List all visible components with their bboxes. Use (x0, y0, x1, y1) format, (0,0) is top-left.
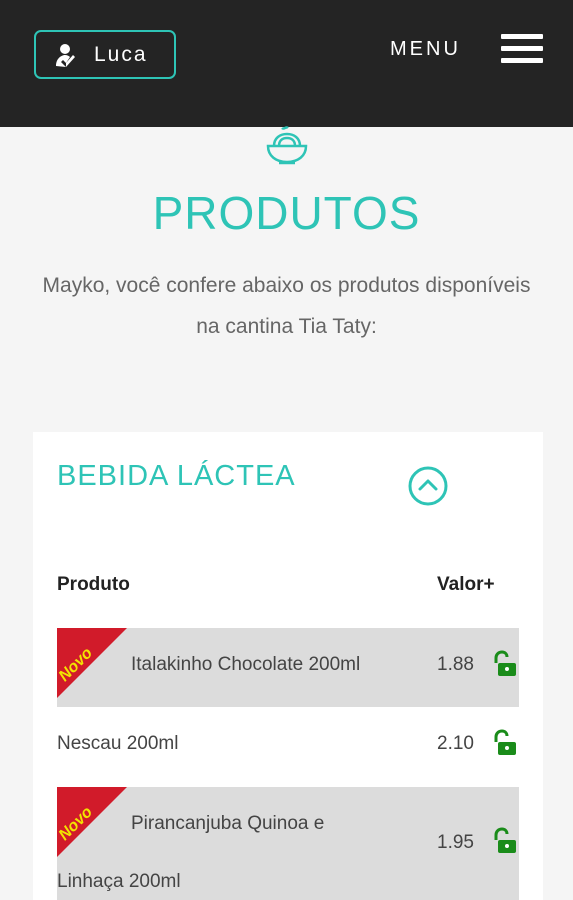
new-badge-ribbon: Novo (57, 787, 127, 857)
chevron-up-circle-icon[interactable] (407, 465, 449, 507)
unlock-icon[interactable] (489, 827, 519, 855)
page-intro: Mayko, você confere abaixo os produtos d… (42, 274, 531, 338)
column-header-value[interactable]: Valor+ (437, 574, 495, 596)
product-name-line1: Pirancanjuba Quinoa e (131, 813, 325, 834)
noodle-bowl-icon (262, 124, 312, 166)
table-row: Novo Italakinho Chocolate 200ml 1.88 (57, 628, 519, 707)
category-title[interactable]: BEBIDA LÁCTEA (57, 460, 296, 493)
page-title: PRODUTOS (152, 187, 421, 239)
menu-label[interactable]: MENU (390, 38, 461, 61)
product-name: Italakinho Chocolate 200ml (131, 654, 361, 675)
product-price: 1.95 (437, 832, 474, 853)
product-name-line2: Linhaça 200ml (57, 871, 181, 892)
table-row: Nescau 200ml 2.10 (57, 707, 519, 787)
unlock-icon[interactable] (489, 650, 519, 678)
product-price: 1.88 (437, 654, 474, 675)
user-name: Luca (94, 42, 148, 66)
user-button[interactable]: Luca (34, 30, 176, 79)
user-check-icon (54, 42, 80, 68)
new-badge-ribbon: Novo (57, 628, 127, 698)
table-row: Novo Pirancanjuba Quinoa e Linhaça 200ml… (57, 787, 519, 900)
unlock-icon[interactable] (489, 729, 519, 757)
product-price: 2.10 (437, 733, 474, 754)
category-card: BEBIDA LÁCTEA Produto Valor+ Novo Italak… (33, 432, 543, 900)
column-header-product: Produto (57, 574, 130, 595)
hamburger-icon[interactable] (501, 34, 543, 64)
product-name: Nescau 200ml (57, 733, 179, 754)
top-bar: Luca MENU (0, 0, 573, 127)
